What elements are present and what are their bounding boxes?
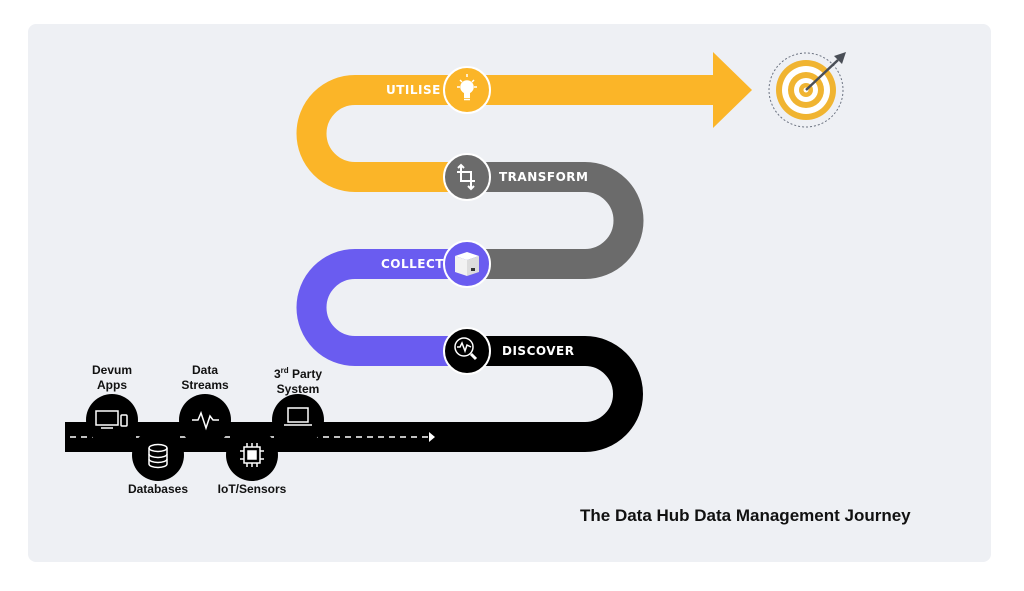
stage-label-transform: TRANSFORM — [499, 170, 589, 184]
source-label-line: 3rd Party — [273, 366, 323, 381]
source-label-line: System — [276, 382, 320, 396]
diagram-title: The Data Hub Data Management Journey — [580, 506, 911, 525]
stage-label-collect: COLLECT — [381, 257, 444, 271]
target-icon — [768, 52, 846, 128]
source-devum-apps — [86, 394, 138, 446]
source-data-streams — [179, 394, 231, 446]
source-label-iot-sensors: IoT/Sensors — [217, 482, 287, 496]
source-databases — [132, 429, 184, 481]
box-icon — [455, 252, 479, 276]
stage-label-discover: DISCOVER — [502, 344, 575, 358]
source-label-devum-apps: Devum Apps — [82, 363, 142, 393]
road-transform — [470, 162, 644, 279]
source-3rd-party-system — [272, 394, 324, 446]
transform-badge — [443, 153, 491, 201]
journey-road — [65, 52, 846, 481]
source-label-3rd-party: 3rd Party System — [263, 363, 333, 397]
source-label-databases: Databases — [127, 482, 189, 496]
source-label-data-streams: Data Streams — [175, 363, 235, 393]
source-label-line: Streams — [181, 378, 229, 392]
utilise-badge — [443, 66, 491, 114]
source-label-line: Data — [191, 363, 218, 377]
collect-badge — [443, 240, 491, 288]
source-label-line: Apps — [97, 378, 127, 392]
source-iot-sensors — [226, 429, 278, 481]
stage-label-utilise: UTILISE — [386, 83, 441, 97]
utilise-arrowhead — [713, 52, 752, 128]
source-label-line: Devum — [91, 363, 132, 377]
discover-badge — [443, 327, 491, 375]
chip-icon — [240, 443, 264, 467]
road-collect — [296, 249, 470, 366]
